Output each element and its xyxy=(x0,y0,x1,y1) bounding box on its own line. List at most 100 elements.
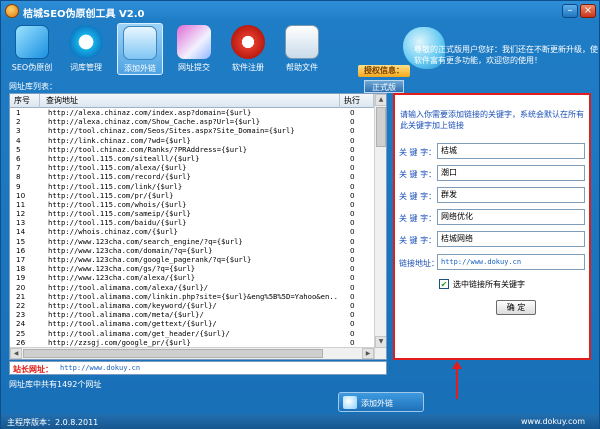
row-number: 9 xyxy=(16,181,21,191)
table-row[interactable]: 14 http://whois.chinaz.com/{$url} 0 xyxy=(10,227,374,236)
scroll-right-icon[interactable]: ▶ xyxy=(362,348,374,359)
site-url-value[interactable]: http://www.dokuy.cn xyxy=(60,364,140,372)
keyword-input-1[interactable]: 桔城 xyxy=(437,143,585,159)
row-exec-count: 0 xyxy=(350,273,355,283)
row-url: http://tool.alimama.com/gettext/{$url}/ xyxy=(48,319,217,329)
row-url: http://tool.115.com/whois/{$url} xyxy=(48,199,187,209)
scroll-down-icon[interactable]: ▼ xyxy=(375,336,386,348)
link-url-input[interactable]: http://www.dokuy.cn xyxy=(437,254,585,270)
tool-label: 网址提交 xyxy=(178,63,210,72)
link-label: 链接地址： xyxy=(399,259,439,268)
table-row[interactable]: 4 http://link.chinaz.com/?wd={$url} 0 xyxy=(10,136,374,145)
row-url: http://tool.115.com/link/{$url} xyxy=(48,181,183,191)
table-row[interactable]: 8 http://tool.115.com/record/{$url} 0 xyxy=(10,172,374,181)
keyword-input-3[interactable]: 群发 xyxy=(437,187,585,203)
table-row[interactable]: 13 http://tool.115.com/baidu/{$url} 0 xyxy=(10,218,374,227)
hscroll-thumb[interactable] xyxy=(23,349,323,358)
row-exec-count: 0 xyxy=(350,319,355,329)
row-url: http://tool.115.com/alexa/{$url} xyxy=(48,163,187,173)
close-button[interactable]: × xyxy=(580,4,596,18)
scroll-up-icon[interactable]: ▲ xyxy=(375,94,386,106)
add-backlink-button[interactable]: 添加外链 xyxy=(338,392,424,412)
tool-add-backlink[interactable]: 添加外链 xyxy=(117,23,163,75)
url-table[interactable]: 序号 查询地址 执行 1 http://alexa.chinaz.com/inde… xyxy=(9,93,387,360)
row-number: 2 xyxy=(16,117,21,127)
table-row[interactable]: 6 http://tool.115.com/sitealll/{$url} 0 xyxy=(10,154,374,163)
tool-help[interactable]: 帮助文件 xyxy=(279,23,325,75)
table-row[interactable]: 24 http://tool.alimama.com/gettext/{$url}… xyxy=(10,319,374,328)
form-hint: 请输入你需要添加链接的关键字，系统会默认在所有此关键字加上链接 xyxy=(400,110,584,130)
table-row[interactable]: 1 http://alexa.chinaz.com/index.asp?domai… xyxy=(10,108,374,117)
row-number: 10 xyxy=(16,190,26,200)
table-row[interactable]: 22 http://tool.alimama.com/keyword/{$url}… xyxy=(10,301,374,310)
tool-submit-url[interactable]: 网址提交 xyxy=(171,23,217,75)
minimize-button[interactable]: – xyxy=(562,4,578,18)
row-number: 25 xyxy=(16,328,26,338)
table-row[interactable]: 5 http://tool.chinaz.com/Ranks/?PRAddress… xyxy=(10,145,374,154)
horizontal-scrollbar[interactable]: ◀ ▶ xyxy=(10,347,374,359)
table-row[interactable]: 17 http://www.123cha.com/google_pagerank/… xyxy=(10,255,374,264)
keyword-form: 请输入你需要添加链接的关键字，系统会默认在所有此关键字加上链接 关 键 字： 桔… xyxy=(393,93,591,360)
table-row[interactable]: 3 http://tool.chinaz.com/Seos/Sites.aspx?… xyxy=(10,126,374,135)
row-url: http://tool.115.com/baidu/{$url} xyxy=(48,218,187,228)
table-row[interactable]: 12 http://tool.115.com/sameip/{$url} 0 xyxy=(10,209,374,218)
row-number: 3 xyxy=(16,126,21,136)
table-row[interactable]: 9 http://tool.115.com/link/{$url} 0 xyxy=(10,182,374,191)
row-url: http://alexa.chinaz.com/index.asp?domain… xyxy=(48,108,252,117)
scroll-thumb[interactable] xyxy=(376,107,386,147)
table-row[interactable]: 11 http://tool.115.com/whois/{$url} 0 xyxy=(10,200,374,209)
tool-dictionary[interactable]: 词库管理 xyxy=(63,23,109,75)
row-number: 15 xyxy=(16,236,26,246)
vertical-scrollbar[interactable]: ▲ ▼ xyxy=(374,94,386,359)
table-row[interactable]: 25 http://tool.alimama.com/get_header/{$u… xyxy=(10,329,374,338)
row-number: 4 xyxy=(16,135,21,145)
table-row[interactable]: 10 http://tool.115.com/pr/{$url} 0 xyxy=(10,191,374,200)
tool-seo-rewrite[interactable]: SEO伪原创 xyxy=(9,23,55,75)
row-exec-count: 0 xyxy=(350,282,355,292)
column-header-no[interactable]: 序号 xyxy=(10,94,40,108)
column-header-exec[interactable]: 执行 xyxy=(340,94,374,108)
scroll-left-icon[interactable]: ◀ xyxy=(10,348,22,359)
tool-register[interactable]: 软件注册 xyxy=(225,23,271,75)
program-version: 主程序版本：2.0.8.2011 xyxy=(7,418,99,427)
table-row[interactable]: 23 http://tool.alimama.com/meta/{$url}/ 0 xyxy=(10,310,374,319)
keyword-input-4[interactable]: 网络优化 xyxy=(437,209,585,225)
table-row[interactable]: 7 http://tool.115.com/alexa/{$url} 0 xyxy=(10,163,374,172)
row-url: http://tool.115.com/sameip/{$url} xyxy=(48,209,191,219)
table-row[interactable]: 2 http://alexa.chinaz.com/Show_Cache.asp?… xyxy=(10,117,374,126)
column-header-url[interactable]: 查询地址 xyxy=(40,94,340,108)
row-url: http://tool.115.com/sitealll/{$url} xyxy=(48,153,200,163)
keyword-label: 关 键 字： xyxy=(399,236,437,245)
table-row[interactable]: 18 http://www.123cha.com/gs/?q={$url} 0 xyxy=(10,264,374,273)
row-number: 18 xyxy=(16,264,26,274)
table-row[interactable]: 26 http://zzsgj.com/google_pr/{$url} 0 xyxy=(10,338,374,347)
row-number: 21 xyxy=(16,291,26,301)
row-exec-count: 0 xyxy=(350,163,355,173)
status-bar: 主程序版本：2.0.8.2011 www.dokuy.com xyxy=(1,414,599,429)
link-all-checkbox[interactable]: ✔ xyxy=(439,279,449,289)
site-url-row[interactable]: 站长网址： http://www.dokuy.cn xyxy=(9,361,387,375)
link-all-label[interactable]: 选中链接所有关键字 xyxy=(453,279,525,290)
row-exec-count: 0 xyxy=(350,310,355,320)
row-exec-count: 0 xyxy=(350,126,355,136)
row-url: http://tool.chinaz.com/Seos/Sites.aspx?S… xyxy=(48,126,295,136)
ok-button[interactable]: 确 定 xyxy=(496,300,536,315)
table-row[interactable]: 16 http://www.123cha.com/domain/?q={$url}… xyxy=(10,246,374,255)
keyword-input-2[interactable]: 潮口 xyxy=(437,165,585,181)
table-row[interactable]: 20 http://tool.alimama.com/alexa/{$url}/ 0 xyxy=(10,283,374,292)
tool-label: 词库管理 xyxy=(70,63,102,72)
user-notice: 尊敬的正式版用户您好：我们还在不断更新升级，使软件富有更多功能，欢迎您的使用！ xyxy=(414,45,598,65)
table-row[interactable]: 15 http://www.123cha.com/search_engine/?q… xyxy=(10,237,374,246)
row-exec-count: 0 xyxy=(350,300,355,310)
auth-version: 正式版 xyxy=(364,80,404,93)
keyword-input-5[interactable]: 桔城网络 xyxy=(437,231,585,247)
window-title: 桔城SEO伪原创工具 V2.0 xyxy=(23,9,145,20)
row-url: http://www.123cha.com/alexa/{$url} xyxy=(48,273,196,283)
table-row[interactable]: 21 http://tool.alimama.com/linkin.php?sit… xyxy=(10,292,374,301)
row-url: http://zzsgj.com/google_pr/{$url} xyxy=(48,337,191,347)
table-row[interactable]: 19 http://www.123cha.com/alexa/{$url} 0 xyxy=(10,273,374,282)
row-number: 23 xyxy=(16,310,26,320)
auth-badge: 授权信息： 正式版 xyxy=(358,65,410,95)
footer-website[interactable]: www.dokuy.com xyxy=(521,417,585,426)
title-bar[interactable]: 桔城SEO伪原创工具 V2.0 – × xyxy=(1,1,599,21)
